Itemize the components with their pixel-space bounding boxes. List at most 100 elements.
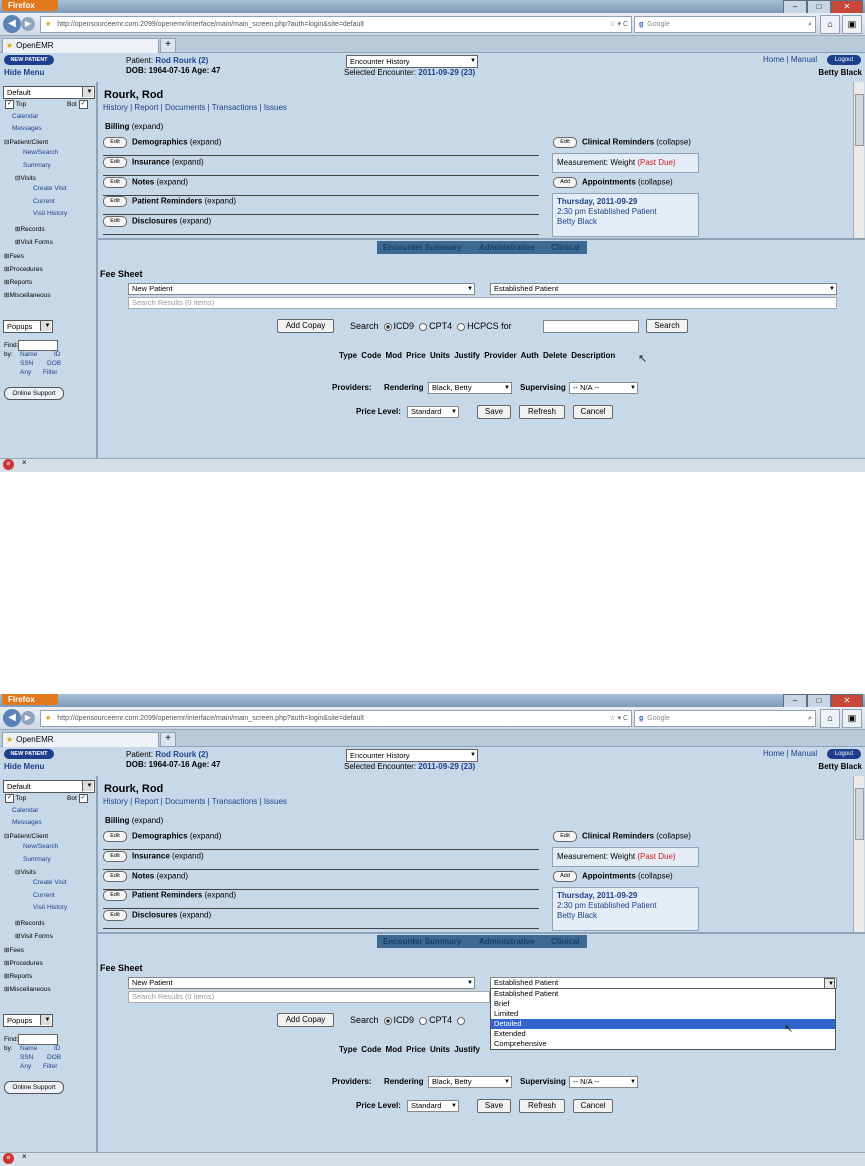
refresh-button[interactable]: Refresh xyxy=(519,405,565,419)
collapse-link[interactable]: (collapse) xyxy=(638,178,673,187)
nav-procedures[interactable]: ⊞Procedures xyxy=(4,959,43,967)
add-button[interactable]: Add xyxy=(553,177,577,188)
nav-records[interactable]: ⊞Records xyxy=(15,225,45,233)
nav-messages[interactable]: Messages xyxy=(12,819,42,826)
nav-procedures[interactable]: ⊞Procedures xyxy=(4,265,43,273)
patient-name-link[interactable]: Rod Rourk (2) xyxy=(155,56,208,65)
nav-top[interactable]: ✓ Top xyxy=(5,100,26,109)
rendering-select[interactable]: Black, Betty ▼ xyxy=(428,1076,512,1088)
tab-encounter-summary[interactable]: Encounter Summary xyxy=(383,937,461,947)
add-copay-button[interactable]: Add Copay xyxy=(277,1013,334,1027)
addon-bar-icon[interactable]: ⊘ xyxy=(3,459,14,470)
scrollbar-thumb[interactable] xyxy=(855,94,864,146)
popups-select[interactable]: Popups ▼ xyxy=(3,1014,53,1027)
hide-menu-link[interactable]: Hide Menu xyxy=(4,68,44,77)
find-input[interactable] xyxy=(18,340,59,351)
minimize-icon[interactable]: – xyxy=(783,0,807,14)
home-link[interactable]: Home xyxy=(763,55,784,64)
online-support-button[interactable]: Online Support xyxy=(4,1081,64,1094)
minimize-icon[interactable]: – xyxy=(783,694,807,708)
addon-icon[interactable]: ▣ xyxy=(842,709,862,728)
expand-link[interactable]: (expand) xyxy=(190,138,222,147)
browser-tab[interactable]: ★ OpenEMR xyxy=(2,38,159,53)
summary-scrollbar[interactable] xyxy=(853,776,864,932)
expand-link[interactable]: (expand) xyxy=(204,197,236,206)
edit-button[interactable]: Edit xyxy=(553,831,577,842)
nav-current[interactable]: Current xyxy=(33,892,55,899)
find-by-id[interactable]: ID xyxy=(54,351,61,358)
search-icon[interactable]: ⌕ xyxy=(808,17,812,32)
firefox-menu-button[interactable]: Firefox xyxy=(2,694,58,705)
nav-new-search[interactable]: New/Search xyxy=(23,843,58,850)
billing-section[interactable]: Billing (expand) xyxy=(105,816,163,825)
radio-hcpcs[interactable] xyxy=(457,322,466,331)
checkbox-icon[interactable]: ✓ xyxy=(5,794,14,803)
nav-reports[interactable]: ⊞Reports xyxy=(4,278,32,286)
checkbox-icon[interactable]: ✓ xyxy=(78,100,88,109)
tab-administrative[interactable]: Administrative xyxy=(479,243,535,253)
find-filter[interactable]: Filter xyxy=(43,1063,57,1070)
appt-time[interactable]: 2:30 pm Established Patient xyxy=(557,901,657,910)
back-icon[interactable]: ◀ xyxy=(3,709,21,727)
forward-icon[interactable]: ▶ xyxy=(21,17,35,31)
billing-expand[interactable]: (expand) xyxy=(132,122,164,131)
expand-link[interactable]: (expand) xyxy=(204,891,236,900)
appt-provider[interactable]: Betty Black xyxy=(557,911,597,920)
nav-bot[interactable]: Bot ✓ xyxy=(67,794,88,803)
close-addon-bar-icon[interactable]: × xyxy=(22,458,27,467)
search-bar[interactable]: g Google ⌕ xyxy=(634,16,816,33)
edit-button[interactable]: Edit xyxy=(553,137,577,148)
reload-icon[interactable]: ☆ ▾ C xyxy=(609,711,628,726)
addon-bar-icon[interactable]: ⊘ xyxy=(3,1153,14,1164)
nav-create-visit[interactable]: Create Visit xyxy=(33,879,66,886)
nav-summary[interactable]: Summary xyxy=(23,162,51,169)
online-support-button[interactable]: Online Support xyxy=(4,387,64,400)
maximize-icon[interactable]: □ xyxy=(807,694,831,708)
edit-button[interactable]: Edit xyxy=(103,890,127,901)
tab-encounter-summary[interactable]: Encounter Summary xyxy=(383,243,461,253)
browser-tab[interactable]: ★ OpenEMR xyxy=(2,732,159,747)
find-by-name[interactable]: Name xyxy=(20,1045,37,1052)
search-results-select[interactable]: Search Results (0 items) xyxy=(128,991,490,1003)
billing-section[interactable]: Billing (expand) xyxy=(105,122,163,131)
dropdown-option[interactable]: Established Patient xyxy=(491,989,835,999)
back-icon[interactable]: ◀ xyxy=(3,15,21,33)
find-by-dob[interactable]: DOB xyxy=(47,1054,61,1061)
nav-patient-client[interactable]: ⊟Patient/Client xyxy=(4,832,48,840)
selected-encounter-link[interactable]: 2011-09-29 (23) xyxy=(418,68,475,77)
search-button[interactable]: Search xyxy=(646,319,688,333)
edit-button[interactable]: Edit xyxy=(103,157,127,168)
close-window-icon[interactable]: ✕ xyxy=(831,0,863,14)
tab-administrative[interactable]: Administrative xyxy=(479,937,535,947)
expand-link[interactable]: (expand) xyxy=(156,872,188,881)
forward-icon[interactable]: ▶ xyxy=(21,711,35,725)
radio-icd9[interactable] xyxy=(383,1016,392,1025)
encounter-history-select[interactable]: Encounter History ▼ xyxy=(346,749,478,762)
nav-fees[interactable]: ⊞Fees xyxy=(4,946,24,954)
close-window-icon[interactable]: ✕ xyxy=(831,694,863,708)
appt-date[interactable]: Thursday, 2011-09-29 xyxy=(557,197,637,206)
nav-visit-forms[interactable]: ⊞Visit Forms xyxy=(15,238,53,246)
nav-visits[interactable]: ⊟Visits xyxy=(15,868,36,876)
new-patient-button[interactable]: NEW PATIENT xyxy=(4,749,54,759)
search-bar[interactable]: g Google ⌕ xyxy=(634,710,816,727)
new-patient-select[interactable]: New Patient ▼ xyxy=(128,283,475,295)
nav-bot[interactable]: Bot ✓ xyxy=(67,100,88,109)
nav-default-select[interactable]: Default ▼ xyxy=(3,86,95,99)
nav-records[interactable]: ⊞Records xyxy=(15,919,45,927)
nav-messages[interactable]: Messages xyxy=(12,125,42,132)
edit-button[interactable]: Edit xyxy=(103,196,127,207)
nav-reports[interactable]: ⊞Reports xyxy=(4,972,32,980)
find-input[interactable] xyxy=(18,1034,59,1045)
collapse-link[interactable]: (collapse) xyxy=(638,872,673,881)
cancel-button[interactable]: Cancel xyxy=(573,1099,613,1113)
close-addon-bar-icon[interactable]: × xyxy=(22,1152,27,1161)
radio-icd9[interactable] xyxy=(383,322,392,331)
scrollbar-thumb[interactable] xyxy=(855,788,864,840)
logout-button[interactable]: Logout xyxy=(827,55,861,65)
save-button[interactable]: Save xyxy=(477,1099,511,1113)
nav-miscellaneous[interactable]: ⊞Miscellaneous xyxy=(4,985,51,993)
dropdown-option[interactable]: Comprehensive xyxy=(491,1039,835,1049)
nav-visit-forms[interactable]: ⊞Visit Forms xyxy=(15,932,53,940)
billing-expand[interactable]: (expand) xyxy=(132,816,164,825)
